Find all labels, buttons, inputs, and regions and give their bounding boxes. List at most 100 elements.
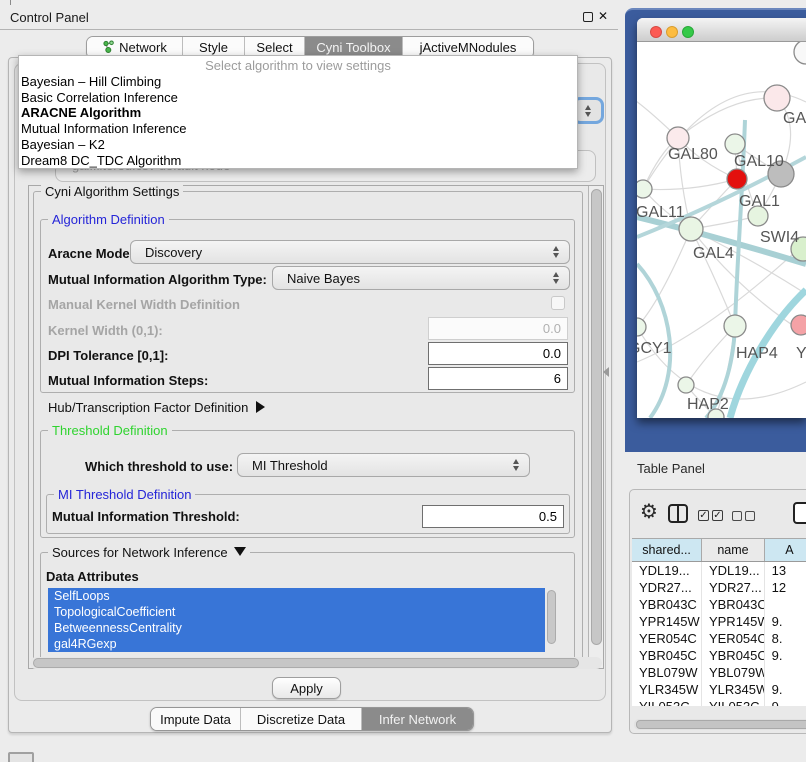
node-label: GAL1 bbox=[739, 193, 780, 210]
table-cell: 8. bbox=[765, 630, 806, 647]
algorithm-option-aracne-algorithm[interactable]: ARACNE Algorithm bbox=[19, 105, 577, 121]
table-cell: YPR145W bbox=[632, 613, 702, 630]
scrollbar-thumb[interactable] bbox=[636, 720, 806, 729]
tab-label: Cyni Toolbox bbox=[316, 40, 390, 55]
scrollbar-thumb[interactable] bbox=[547, 590, 556, 644]
table-toolbar: ⚙ ✓✓ bbox=[630, 490, 806, 536]
kernel-width-label: Kernel Width (0,1): bbox=[48, 323, 163, 338]
table-row[interactable]: YBR045CYBR045C9. bbox=[632, 647, 806, 664]
table-row[interactable]: YPR145WYPR145W9. bbox=[632, 613, 806, 630]
table-row[interactable]: YBL079WYBL079W bbox=[632, 664, 806, 681]
network-node[interactable] bbox=[794, 42, 806, 64]
algorithm-option-dream8-dc-tdc-algorithm[interactable]: Dream8 DC_TDC Algorithm bbox=[19, 153, 577, 169]
algorithm-option-bayesian-hill-climbing[interactable]: Bayesian – Hill Climbing bbox=[19, 74, 577, 90]
table-row[interactable]: YBR043CYBR043C bbox=[632, 596, 806, 613]
close-panel-icon[interactable]: ✕ bbox=[598, 9, 608, 23]
which-threshold-combobox[interactable]: MI Threshold bbox=[237, 453, 530, 477]
algorithm-option-mutual-information-inference[interactable]: Mutual Information Inference bbox=[19, 121, 577, 137]
column-header-a[interactable]: A bbox=[765, 539, 806, 561]
column-header-shared[interactable]: shared... bbox=[632, 539, 702, 561]
float-panel-icon[interactable] bbox=[583, 12, 593, 22]
network-canvas[interactable]: GALGAL80GAL10GAL11GAL1SWI4GAL4GCY1HAP4YH… bbox=[637, 42, 806, 418]
algorithm-option-bayesian-k2[interactable]: Bayesian – K2 bbox=[19, 137, 577, 153]
manual-kernel-checkbox[interactable] bbox=[551, 296, 565, 310]
mi-type-combobox[interactable]: Naive Bayes bbox=[272, 266, 570, 290]
table-row[interactable]: YER054CYER054C8. bbox=[632, 630, 806, 647]
table-row[interactable]: YIL053CYIL053C9 bbox=[632, 698, 806, 706]
network-node-hap4[interactable] bbox=[724, 315, 746, 337]
application-root: Control Panel ✕ NetworkStyleSelectCyni T… bbox=[0, 0, 806, 762]
network-node[interactable] bbox=[727, 169, 747, 189]
table-cell: YDL19... bbox=[702, 562, 765, 579]
network-icon bbox=[102, 40, 115, 56]
table-row[interactable]: YDL19...YDL19...13 bbox=[632, 562, 806, 579]
algorithm-option-basic-correlation-inference[interactable]: Basic Correlation Inference bbox=[19, 90, 577, 106]
gear-icon[interactable]: ⚙ bbox=[640, 499, 658, 525]
node-label: GAL80 bbox=[668, 146, 718, 163]
dpi-tolerance-field[interactable]: 0.0 bbox=[428, 342, 568, 365]
select-all-checkboxes-icon[interactable]: ✓✓ bbox=[698, 510, 724, 522]
table-row[interactable]: YLR345WYLR345W9. bbox=[632, 681, 806, 698]
settings-horizontal-scrollbar[interactable] bbox=[30, 657, 602, 669]
table-cell: 9. bbox=[765, 613, 806, 630]
sources-group-title[interactable]: Sources for Network Inference bbox=[48, 545, 250, 560]
table-cell: YBR045C bbox=[632, 647, 702, 664]
tab-discretize-data[interactable]: Discretize Data bbox=[241, 708, 362, 730]
table-cell: 12 bbox=[765, 579, 806, 596]
deselect-all-checkboxes-icon[interactable] bbox=[732, 511, 756, 522]
column-header-name[interactable]: name bbox=[702, 539, 765, 561]
apply-button[interactable]: Apply bbox=[272, 677, 341, 699]
network-window-titlebar[interactable] bbox=[637, 18, 806, 42]
aracne-mode-label: Aracne Mode: bbox=[48, 246, 134, 261]
panel-collapse-arrow-icon[interactable] bbox=[603, 367, 609, 377]
table-cell: YDL19... bbox=[632, 562, 702, 579]
tab-infer-network[interactable]: Infer Network bbox=[362, 708, 473, 730]
attribute-item-betweennesscentrality[interactable]: BetweennessCentrality bbox=[48, 620, 545, 636]
settings-vertical-scrollbar[interactable] bbox=[588, 186, 603, 668]
table-cell: YIL053C bbox=[702, 698, 765, 706]
table-mode-icon[interactable] bbox=[793, 502, 806, 524]
table-cell: 13 bbox=[765, 562, 806, 579]
algorithm-list: Bayesian – Hill ClimbingBasic Correlatio… bbox=[19, 74, 577, 168]
close-traffic-light-icon[interactable] bbox=[650, 26, 662, 38]
attribute-item-gal4rgexp[interactable]: gal4RGexp bbox=[48, 636, 545, 652]
node-label: GAL4 bbox=[693, 245, 734, 262]
table-row[interactable]: YDR27...YDR27...12 bbox=[632, 579, 806, 596]
node-attribute-table[interactable]: shared...nameA YDL19...YDL19...13YDR27..… bbox=[632, 538, 806, 706]
table-cell: 9 bbox=[765, 698, 806, 706]
aracne-mode-combobox[interactable]: Discovery bbox=[130, 240, 570, 264]
table-panel: ⚙ ✓✓ shared...nameA YDL19...YDL19...13YD… bbox=[629, 489, 806, 734]
zoom-traffic-light-icon[interactable] bbox=[682, 26, 694, 38]
table-cell: YBR043C bbox=[632, 596, 702, 613]
attribute-item-topologicalcoefficient[interactable]: TopologicalCoefficient bbox=[48, 604, 545, 620]
data-attributes-label: Data Attributes bbox=[46, 569, 139, 584]
tab-impute-data[interactable]: Impute Data bbox=[151, 708, 241, 730]
network-node-y[interactable] bbox=[791, 315, 806, 335]
table-cell: YLR345W bbox=[702, 681, 765, 698]
network-node-gal10[interactable] bbox=[725, 134, 745, 154]
control-panel-titlebar: Control Panel ✕ bbox=[0, 6, 618, 30]
hub-tf-definition-toggle[interactable]: Hub/Transcription Factor Definition bbox=[48, 400, 265, 415]
network-view-window: GALGAL80GAL10GAL11GAL1SWI4GAL4GCY1HAP4YH… bbox=[637, 18, 806, 418]
minimized-window-icon[interactable] bbox=[8, 752, 34, 762]
table-cell: YIL053C bbox=[632, 698, 702, 706]
mi-threshold-field[interactable]: 0.5 bbox=[422, 505, 564, 528]
data-attributes-list[interactable]: SelfLoopsTopologicalCoefficientBetweenne… bbox=[48, 588, 545, 653]
expand-arrow-icon bbox=[256, 401, 265, 413]
network-node-gal[interactable] bbox=[764, 85, 790, 111]
attribute-item-selfloops[interactable]: SelfLoops bbox=[48, 588, 545, 604]
scrollbar-thumb[interactable] bbox=[591, 189, 602, 645]
network-node-hap2[interactable] bbox=[678, 377, 694, 393]
kernel-width-field[interactable]: 0.0 bbox=[428, 317, 568, 340]
minimize-traffic-light-icon[interactable] bbox=[666, 26, 678, 38]
mi-type-label: Mutual Information Algorithm Type: bbox=[48, 272, 267, 287]
scrollbar-thumb[interactable] bbox=[33, 658, 579, 668]
columns-icon[interactable] bbox=[668, 504, 688, 523]
network-node-gcy1[interactable] bbox=[637, 318, 646, 336]
network-node-gal11[interactable] bbox=[637, 180, 652, 198]
mi-steps-field[interactable]: 6 bbox=[428, 367, 568, 390]
table-header: shared...nameA bbox=[632, 538, 806, 562]
table-horizontal-scrollbar[interactable] bbox=[634, 719, 806, 730]
tab-label: Select bbox=[256, 40, 292, 55]
attributes-scrollbar[interactable] bbox=[546, 588, 558, 653]
